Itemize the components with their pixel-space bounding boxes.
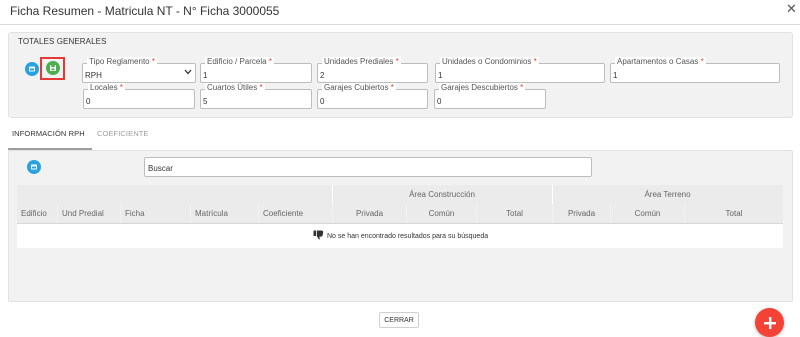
col-terreno-total[interactable]: Total bbox=[685, 204, 783, 223]
blank-group-header bbox=[17, 185, 332, 204]
thumbs-down-icon bbox=[313, 230, 324, 243]
apartamentos-casas-field[interactable]: Apartamentos o Casas * 1 bbox=[610, 57, 780, 83]
area-terreno-header: Área Terreno bbox=[552, 185, 783, 204]
locales-label: Locales * bbox=[88, 83, 125, 92]
plus-icon bbox=[763, 316, 776, 329]
save-icon[interactable] bbox=[46, 61, 60, 75]
garajes-descubiertos-label: Garajes Descubiertos * bbox=[439, 83, 526, 92]
add-fab-button[interactable] bbox=[755, 308, 784, 337]
col-terreno-comun[interactable]: Común bbox=[611, 204, 684, 223]
col-terreno-privada[interactable]: Privada bbox=[553, 204, 610, 223]
chevron-down-icon bbox=[184, 68, 192, 77]
apartamentos-casas-label: Apartamentos o Casas * bbox=[615, 57, 706, 66]
empty-message-text: No se han encontrado resultados para su … bbox=[327, 233, 489, 240]
cerrar-button[interactable]: CERRAR bbox=[379, 312, 419, 328]
garajes-descubiertos-value: 0 bbox=[437, 97, 442, 106]
col-matricula[interactable]: Matrícula bbox=[191, 204, 258, 223]
col-edificio[interactable]: Edificio bbox=[17, 204, 57, 223]
tab-coeficiente[interactable]: COEFICIENTE bbox=[97, 129, 149, 138]
unidades-prediales-label: Unidades Prediales * bbox=[322, 57, 401, 66]
cuartos-utiles-value: 5 bbox=[203, 97, 208, 106]
totales-title: TOTALES GENERALES bbox=[18, 37, 107, 46]
header-divider bbox=[552, 185, 553, 204]
cuartos-utiles-label: Cuartos Útiles * bbox=[205, 83, 265, 92]
garajes-cubiertos-field[interactable]: Garajes Cubiertos * 0 bbox=[317, 83, 428, 109]
edificio-parcela-value: 1 bbox=[203, 71, 208, 80]
garajes-cubiertos-value: 0 bbox=[320, 97, 325, 106]
dialog-title: Ficha Resumen - Matricula NT - N° Ficha … bbox=[10, 4, 280, 18]
cuartos-utiles-field[interactable]: Cuartos Útiles * 5 bbox=[200, 83, 312, 109]
locales-value: 0 bbox=[86, 97, 91, 106]
header-divider bbox=[0, 24, 800, 25]
apartamentos-casas-value: 1 bbox=[613, 71, 618, 80]
search-box[interactable] bbox=[144, 157, 592, 178]
unidades-prediales-value: 2 bbox=[320, 71, 325, 80]
col-ficha[interactable]: Ficha bbox=[121, 204, 190, 223]
unidades-condominios-field[interactable]: Unidades o Condominios * 1 bbox=[435, 57, 605, 83]
area-construccion-header: Área Construcción bbox=[332, 185, 552, 204]
tipo-reglamento-label: Tipo Reglamento * bbox=[87, 57, 157, 66]
header-divider bbox=[332, 185, 333, 204]
search-input[interactable] bbox=[145, 159, 591, 178]
table-group-header: Área Construcción Área Terreno bbox=[17, 185, 783, 204]
unidades-prediales-field[interactable]: Unidades Prediales * 2 bbox=[317, 57, 428, 83]
empty-results-message: No se han encontrado resultados para su … bbox=[313, 230, 488, 243]
tipo-reglamento-value: RPH bbox=[85, 71, 102, 80]
locales-field[interactable]: Locales * 0 bbox=[83, 83, 195, 109]
garajes-descubiertos-field[interactable]: Garajes Descubiertos * 0 bbox=[434, 83, 546, 109]
edificio-parcela-field[interactable]: Edificio / Parcela * 1 bbox=[200, 57, 312, 83]
col-construccion-privada[interactable]: Privada bbox=[333, 204, 406, 223]
table-column-header: Edificio Und Predial Ficha Matrícula Coe… bbox=[17, 204, 783, 223]
tab-informacion-rph[interactable]: INFORMACIÓN RPH bbox=[12, 129, 85, 138]
expand-table-icon[interactable] bbox=[27, 160, 41, 174]
edificio-parcela-label: Edificio / Parcela * bbox=[205, 57, 274, 66]
col-construccion-total[interactable]: Total bbox=[477, 204, 552, 223]
col-construccion-comun[interactable]: Común bbox=[407, 204, 476, 223]
col-coeficiente[interactable]: Coeficiente bbox=[259, 204, 332, 223]
unidades-condominios-value: 1 bbox=[438, 71, 443, 80]
expand-icon[interactable] bbox=[25, 62, 39, 76]
unidades-condominios-label: Unidades o Condominios * bbox=[440, 57, 539, 66]
col-und-predial[interactable]: Und Predial bbox=[58, 204, 120, 223]
garajes-cubiertos-label: Garajes Cubiertos * bbox=[322, 83, 396, 92]
tipo-reglamento-select[interactable]: Tipo Reglamento * RPH bbox=[82, 57, 196, 83]
close-icon[interactable]: ✕ bbox=[786, 2, 797, 16]
